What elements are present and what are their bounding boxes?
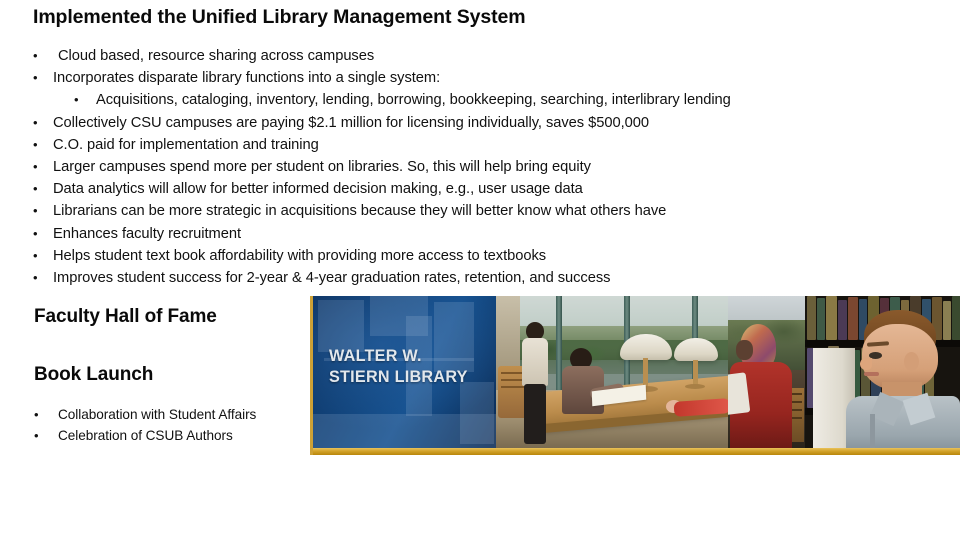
face [736, 340, 753, 360]
heading-book-launch: Book Launch [34, 364, 154, 385]
bullet-item: • Larger campuses spend more per student … [33, 156, 938, 178]
lower-bullet-text: Celebration of CSUB Authors [58, 428, 233, 443]
bullet-item: • Librarians can be more strategic in acq… [33, 200, 938, 222]
bullet-item: • Enhances faculty recruitment [33, 223, 938, 245]
bullet-text: Incorporates disparate library functions… [53, 70, 441, 87]
bullet-marker-icon: • [33, 70, 38, 86]
bullet-marker-icon: • [33, 225, 38, 241]
gold-accent-bar [310, 448, 960, 455]
book-spine [817, 298, 825, 340]
heading-faculty-hall-of-fame: Faculty Hall of Fame [34, 306, 217, 327]
bullet-marker-icon: • [33, 114, 38, 130]
banner-photo-strip: WALTER W. STIERN LIBRARY [310, 296, 960, 448]
ear [904, 352, 919, 371]
bullet-item: • Collectively CSU campuses are paying $2… [33, 112, 938, 134]
bullet-item: • Acquisitions, cataloging, inventory, le… [33, 89, 938, 111]
student-profile [842, 310, 960, 448]
bullet-text: Data analytics will allow for better inf… [53, 181, 583, 198]
bullet-marker-icon: • [33, 48, 38, 63]
bullet-marker-icon: • [33, 203, 38, 219]
bullet-marker-icon: • [33, 181, 38, 197]
bullet-item: • Helps student text book affordability w… [33, 245, 938, 267]
bullet-marker-icon: • [33, 159, 38, 175]
lower-bullet-item: • Collaboration with Student Affairs [34, 404, 324, 425]
library-photo-banner: WALTER W. STIERN LIBRARY [310, 296, 960, 455]
book-spine [826, 296, 837, 340]
bullet-marker-icon: • [33, 247, 38, 263]
lower-bullet-text: Collaboration with Student Affairs [58, 407, 257, 422]
book-spine [807, 296, 816, 340]
library-name-overlay: WALTER W. STIERN LIBRARY [329, 346, 468, 388]
banner-photo-student-at-shelf [805, 296, 960, 448]
table-lamp-stem [643, 358, 648, 388]
bullet-marker-icon: • [34, 428, 39, 443]
table-lamp-base [685, 384, 705, 389]
bullet-text: Larger campuses spend more per student o… [53, 159, 591, 176]
banner-photo-study-tables [496, 296, 728, 448]
bullet-text: Enhances faculty recruitment [53, 225, 241, 242]
gold-accent-edge [310, 296, 313, 455]
bullet-item: • C.O. paid for implementation and traini… [33, 134, 938, 156]
standing-student [522, 322, 548, 444]
table-lamp-stem [693, 360, 698, 386]
bullet-text: Helps student text book affordability wi… [53, 247, 547, 264]
bullet-marker-icon: • [33, 270, 38, 286]
bullet-text: Collectively CSU campuses are paying $2.… [53, 114, 649, 131]
lips [864, 372, 879, 376]
page-title: Implemented the Unified Library Manageme… [33, 6, 526, 28]
bullet-text: C.O. paid for implementation and trainin… [53, 136, 319, 153]
lower-bullet-list: • Collaboration with Student Affairs • Cele… [34, 404, 324, 446]
bullet-marker-icon: • [74, 92, 79, 108]
shirt-placket [870, 414, 875, 448]
library-name-line-2: STIERN LIBRARY [329, 368, 468, 386]
library-name-line-1: WALTER W. [329, 347, 422, 365]
bullet-text: Librarians can be more strategic in acqu… [53, 203, 667, 220]
torso [522, 338, 548, 386]
bullet-text: Acquisitions, cataloging, inventory, len… [96, 92, 731, 109]
bullet-item: • Cloud based, resource sharing across ca… [33, 45, 938, 67]
bullet-item: • Data analytics will allow for better in… [33, 178, 938, 200]
bullet-marker-icon: • [33, 136, 38, 152]
window-reflection-shape [318, 300, 364, 352]
lower-bullet-item: • Celebration of CSUB Authors [34, 425, 324, 446]
bullet-text: Improves student success for 2-year & 4-… [53, 270, 611, 287]
banner-photo-student-in-red [728, 296, 805, 448]
bullet-text: Cloud based, resource sharing across cam… [58, 48, 375, 64]
window-reflection-shape [310, 414, 496, 448]
bullet-item: • Incorporates disparate library function… [33, 67, 938, 89]
bullet-item: • Improves student success for 2-year & 4… [33, 267, 938, 289]
legs [524, 384, 546, 444]
banner-panel-library-title: WALTER W. STIERN LIBRARY [310, 296, 496, 448]
nose [860, 358, 872, 370]
main-bullet-list: • Cloud based, resource sharing across ca… [33, 45, 938, 289]
bullet-marker-icon: • [34, 407, 39, 422]
slide-canvas: Implemented the Unified Library Manageme… [0, 0, 960, 540]
